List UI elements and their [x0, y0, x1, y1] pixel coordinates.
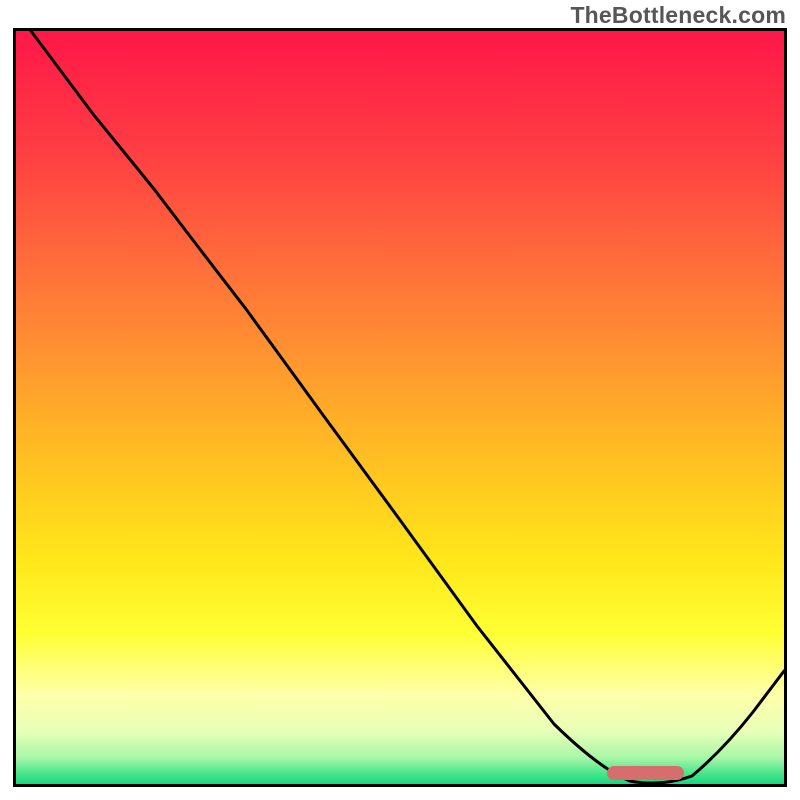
gradient-background [16, 31, 784, 784]
optimum-marker [607, 766, 684, 780]
chart-svg [16, 31, 784, 784]
bottleneck-chart [13, 28, 787, 787]
watermark-text: TheBottleneck.com [570, 2, 786, 29]
